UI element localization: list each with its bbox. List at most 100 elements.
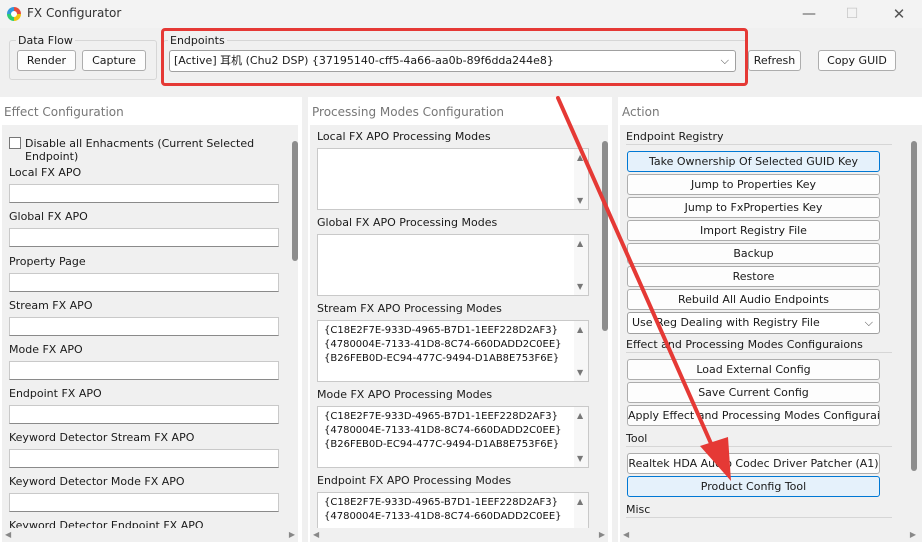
endpoint-dropdown[interactable]: [Active] 耳机 (Chu2 DSP) {37195140-cff5-4a… <box>169 50 736 72</box>
endpoint-fx-apo-label: Endpoint FX APO <box>9 387 102 400</box>
save-config-button[interactable]: Save Current Config <box>627 382 880 403</box>
stream-modes-list[interactable]: {C18E2F7E-933D-4965-B7D1-1EEF228D2AF3} {… <box>317 320 589 382</box>
mode-modes-list[interactable]: {C18E2F7E-933D-4965-B7D1-1EEF228D2AF3} {… <box>317 406 589 468</box>
processing-modes-panel: Processing Modes Configuration Local FX … <box>308 97 612 542</box>
list-item[interactable]: {B26FEB0D-EC94-477C-9494-D1AB8E753F6E} <box>324 439 559 450</box>
endpoint-fx-apo-field[interactable] <box>9 405 279 424</box>
registry-method-dropdown[interactable]: Use Reg Dealing with Registry File ⌵ <box>627 312 880 334</box>
global-fx-apo-field[interactable] <box>9 228 279 247</box>
scroll-down-icon[interactable]: ▼ <box>577 196 583 205</box>
tool-label: Tool <box>626 432 648 445</box>
list-item[interactable]: {C18E2F7E-933D-4965-B7D1-1EEF228D2AF3} <box>324 497 558 508</box>
disable-all-label: Disable all Enhacments (Current Selected… <box>25 137 255 163</box>
scroll-left-icon[interactable]: ◀ <box>313 530 319 539</box>
keyword-detector-mode-field[interactable] <box>9 493 279 512</box>
divider <box>626 352 892 353</box>
misc-label: Misc <box>626 503 651 516</box>
keyword-detector-stream-label: Keyword Detector Stream FX APO <box>9 431 195 444</box>
processing-modes-title: Processing Modes Configuration <box>312 105 505 119</box>
endpoints-label: Endpoints <box>168 34 227 47</box>
apply-config-button[interactable]: Apply Effect and Processing Modes Config… <box>627 405 880 426</box>
list-item[interactable]: {4780004E-7133-41D8-8C74-660DADD2C0EE} <box>324 425 562 436</box>
window-title: FX Configurator <box>27 6 122 20</box>
title-bar: FX Configurator — ☐ ✕ <box>0 0 922 28</box>
scroll-left-icon[interactable]: ◀ <box>5 530 11 539</box>
scroll-down-icon[interactable]: ▼ <box>577 282 583 291</box>
mode-modes-label: Mode FX APO Processing Modes <box>317 388 493 401</box>
chevron-down-icon: ⌵ <box>864 316 873 329</box>
list-scrollbar[interactable]: ▲ ▼ <box>574 235 588 295</box>
scroll-up-icon[interactable]: ▲ <box>577 411 583 420</box>
restore-button[interactable]: Restore <box>627 266 880 287</box>
endpoint-registry-label: Endpoint Registry <box>626 130 724 143</box>
property-page-label: Property Page <box>9 255 86 268</box>
processing-vertical-scrollbar[interactable] <box>602 141 608 331</box>
list-scrollbar[interactable]: ▲ ▼ <box>574 407 588 467</box>
scroll-down-icon[interactable]: ▼ <box>577 368 583 377</box>
take-ownership-button[interactable]: Take Ownership Of Selected GUID Key <box>627 151 880 172</box>
scroll-up-icon[interactable]: ▲ <box>577 239 583 248</box>
rebuild-endpoints-button[interactable]: Rebuild All Audio Endpoints <box>627 289 880 310</box>
action-title: Action <box>622 105 660 119</box>
scroll-up-icon[interactable]: ▲ <box>577 497 583 506</box>
product-config-tool-button[interactable]: Product Config Tool <box>627 476 880 497</box>
processing-horizontal-scrollbar[interactable]: ◀ ▶ <box>310 528 608 542</box>
render-button[interactable]: Render <box>17 50 76 71</box>
list-scrollbar[interactable]: ▲ ▼ <box>574 321 588 381</box>
scroll-up-icon[interactable]: ▲ <box>577 325 583 334</box>
capture-button[interactable]: Capture <box>82 50 146 71</box>
list-item[interactable]: {4780004E-7133-41D8-8C74-660DADD2C0EE} <box>324 339 562 350</box>
local-fx-apo-label: Local FX APO <box>9 166 82 179</box>
maximize-icon[interactable]: ☐ <box>838 4 866 24</box>
effect-configuration-body: Disable all Enhacments (Current Selected… <box>2 125 298 542</box>
global-modes-label: Global FX APO Processing Modes <box>317 216 498 229</box>
stream-modes-label: Stream FX APO Processing Modes <box>317 302 502 315</box>
list-item[interactable]: {4780004E-7133-41D8-8C74-660DADD2C0EE} <box>324 511 562 522</box>
list-item[interactable]: {C18E2F7E-933D-4965-B7D1-1EEF228D2AF3} <box>324 411 558 422</box>
divider <box>626 517 892 518</box>
list-item[interactable]: {B26FEB0D-EC94-477C-9494-D1AB8E753F6E} <box>324 353 559 364</box>
scroll-down-icon[interactable]: ▼ <box>577 454 583 463</box>
load-config-button[interactable]: Load External Config <box>627 359 880 380</box>
copy-guid-button[interactable]: Copy GUID <box>818 50 896 71</box>
local-fx-apo-field[interactable] <box>9 184 279 203</box>
list-scrollbar[interactable]: ▲ ▼ <box>574 149 588 209</box>
import-registry-button[interactable]: Import Registry File <box>627 220 880 241</box>
minimize-icon[interactable]: — <box>795 4 823 24</box>
keyword-detector-stream-field[interactable] <box>9 449 279 468</box>
jump-properties-button[interactable]: Jump to Properties Key <box>627 174 880 195</box>
local-modes-list[interactable]: ▲ ▼ <box>317 148 589 210</box>
scroll-left-icon[interactable]: ◀ <box>623 530 629 539</box>
refresh-button[interactable]: Refresh <box>748 50 801 71</box>
effect-vertical-scrollbar[interactable] <box>292 141 298 261</box>
effect-configuration-title: Effect Configuration <box>4 105 124 119</box>
effect-modes-label: Effect and Processing Modes Configuraion… <box>626 338 863 351</box>
scroll-right-icon[interactable]: ▶ <box>599 530 605 539</box>
keyword-detector-mode-label: Keyword Detector Mode FX APO <box>9 475 185 488</box>
divider <box>626 446 892 447</box>
scroll-right-icon[interactable]: ▶ <box>289 530 295 539</box>
mode-fx-apo-field[interactable] <box>9 361 279 380</box>
disable-all-checkbox[interactable] <box>9 137 21 149</box>
realtek-patcher-button[interactable]: Realtek HDA Audio Codec Driver Patcher (… <box>627 453 880 474</box>
global-fx-apo-label: Global FX APO <box>9 210 88 223</box>
scroll-right-icon[interactable]: ▶ <box>910 530 916 539</box>
action-horizontal-scrollbar[interactable]: ◀ ▶ <box>620 528 922 542</box>
action-vertical-scrollbar[interactable] <box>911 141 917 471</box>
effect-configuration-panel: Effect Configuration Disable all Enhacme… <box>0 97 302 542</box>
property-page-field[interactable] <box>9 273 279 292</box>
jump-fxproperties-button[interactable]: Jump to FxProperties Key <box>627 197 880 218</box>
effect-horizontal-scrollbar[interactable]: ◀ ▶ <box>2 528 298 542</box>
stream-fx-apo-label: Stream FX APO <box>9 299 93 312</box>
close-icon[interactable]: ✕ <box>885 4 913 24</box>
scroll-up-icon[interactable]: ▲ <box>577 153 583 162</box>
registry-method-selected: Use Reg Dealing with Registry File <box>632 316 820 329</box>
global-modes-list[interactable]: ▲ ▼ <box>317 234 589 296</box>
action-panel: Action Endpoint Registry Take Ownership … <box>618 97 922 542</box>
stream-fx-apo-field[interactable] <box>9 317 279 336</box>
processing-modes-body: Local FX APO Processing Modes ▲ ▼ Global… <box>310 125 608 542</box>
backup-button[interactable]: Backup <box>627 243 880 264</box>
divider <box>626 144 892 145</box>
data-flow-label: Data Flow <box>16 34 75 47</box>
list-item[interactable]: {C18E2F7E-933D-4965-B7D1-1EEF228D2AF3} <box>324 325 558 336</box>
